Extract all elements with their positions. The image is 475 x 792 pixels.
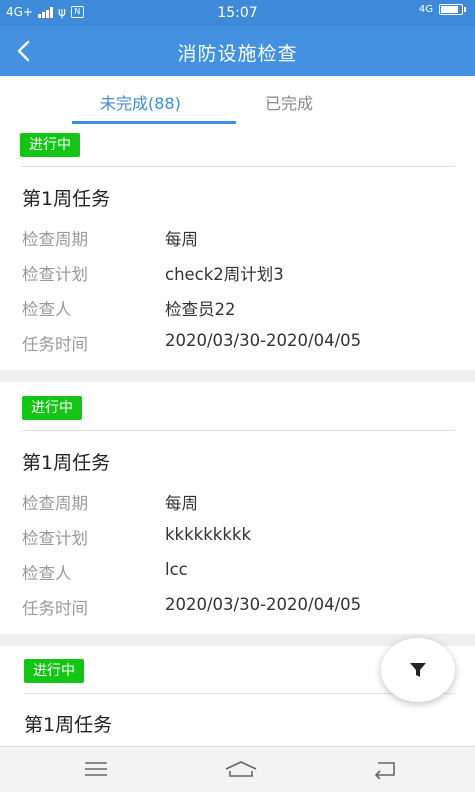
- field-value: 2020/03/30-2020/04/05: [165, 331, 362, 350]
- field-value: check2周计划3: [165, 265, 284, 284]
- field-label: 检查周期: [22, 230, 88, 249]
- field-value: 2020/03/30-2020/04/05: [165, 595, 362, 614]
- task-title: 第1周任务: [24, 714, 113, 736]
- card-divider: [20, 166, 455, 167]
- field-value: kkkkkkkkk: [165, 525, 251, 544]
- right-network-label: 4G: [418, 4, 433, 15]
- tab-bar: 未完成(88) 已完成: [0, 76, 475, 124]
- back-nav-button[interactable]: [372, 759, 398, 783]
- battery-icon: [439, 4, 466, 15]
- field-label: 检查计划: [22, 265, 88, 284]
- status-time: 15:07: [217, 5, 258, 21]
- field-label: 检查周期: [22, 494, 88, 513]
- field-value: lcc: [165, 560, 188, 579]
- status-badge: 进行中: [20, 133, 80, 157]
- task-card[interactable]: 进行中 第1周任务 检查周期 每周 检查计划 kkkkkkkkk 检查人 lcc…: [0, 382, 475, 634]
- status-badge: 进行中: [22, 396, 82, 420]
- page-title: 消防设施检查: [177, 43, 298, 65]
- tab-incomplete[interactable]: 未完成(88): [100, 90, 181, 114]
- field-label: 任务时间: [22, 335, 88, 354]
- status-bar: 4G+ ψ N 15:07 4G: [0, 0, 475, 26]
- card-divider: [24, 693, 455, 694]
- menu-button[interactable]: [84, 759, 108, 783]
- status-badge: 进行中: [24, 659, 84, 683]
- menu-icon: [85, 762, 107, 776]
- field-label: 检查人: [22, 300, 72, 319]
- home-button[interactable]: [224, 759, 258, 785]
- status-right: 4G: [418, 4, 466, 15]
- field-label: 检查计划: [22, 529, 88, 548]
- field-label: 任务时间: [22, 599, 88, 618]
- task-card[interactable]: 进行中 第1周任务 检查周期 每周 检查计划 check2周计划3 检查人 检查…: [0, 124, 475, 370]
- filter-icon: [410, 663, 426, 677]
- home-icon: [225, 761, 257, 777]
- field-value: 每周: [165, 494, 198, 513]
- back-arrow-icon: [374, 762, 395, 780]
- task-title: 第1周任务: [22, 188, 111, 210]
- field-value: 每周: [165, 230, 198, 249]
- filter-button[interactable]: [381, 638, 455, 702]
- screen: 4G+ ψ N 15:07 4G 消防设施检查 未完成(88) 已完成 进行中 …: [0, 0, 475, 792]
- field-label: 检查人: [22, 564, 72, 583]
- system-nav-bar: [0, 746, 475, 792]
- tab-completed[interactable]: 已完成: [265, 90, 313, 114]
- nav-bar: 消防设施检查: [0, 26, 475, 76]
- card-divider: [22, 430, 455, 431]
- field-value: 检查员22: [165, 300, 236, 319]
- task-title: 第1周任务: [22, 452, 111, 474]
